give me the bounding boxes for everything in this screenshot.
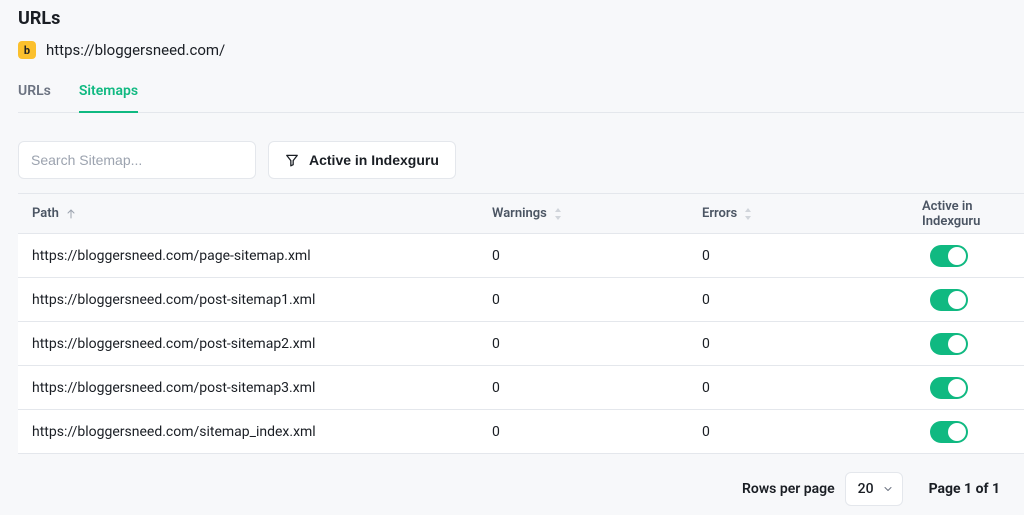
cell-warnings: 0 [478,336,688,352]
col-header-path-label: Path [32,206,59,221]
col-header-warnings[interactable]: Warnings [478,206,688,221]
cell-active [908,289,1024,311]
cell-path[interactable]: https://bloggersneed.com/sitemap_index.x… [18,424,478,440]
cell-warnings: 0 [478,380,688,396]
cell-active [908,245,1024,267]
active-toggle[interactable] [930,245,968,267]
cell-errors: 0 [688,380,908,396]
active-toggle[interactable] [930,289,968,311]
sort-icon [743,208,753,220]
cell-path[interactable]: https://bloggersneed.com/post-sitemap3.x… [18,380,478,396]
rows-per-page: Rows per page 20 [742,472,903,506]
col-header-warnings-label: Warnings [492,206,547,221]
sitemaps-table: Path Warnings Errors Active in Indexguru [18,193,1024,454]
toggle-knob [948,379,966,397]
active-toggle[interactable] [930,333,968,355]
cell-active [908,333,1024,355]
active-toggle[interactable] [930,421,968,443]
sort-asc-icon [65,208,77,220]
site-row: b https://bloggersneed.com/ [18,41,1024,59]
sort-icon [553,208,563,220]
col-header-active-label: Active in Indexguru [922,199,1024,229]
rows-per-page-value: 20 [858,481,874,497]
col-header-path[interactable]: Path [18,206,478,221]
controls-row: Active in Indexguru [18,141,1024,179]
col-header-errors[interactable]: Errors [688,206,908,221]
cell-active [908,421,1024,443]
toggle-knob [948,423,966,441]
page-info: Page 1 of 1 [929,481,1000,497]
filter-label: Active in Indexguru [309,152,439,168]
tabs: URLs Sitemaps [18,83,1024,113]
table-footer: Rows per page 20 Page 1 of 1 [18,454,1024,506]
filter-active-button[interactable]: Active in Indexguru [268,141,456,179]
active-toggle[interactable] [930,377,968,399]
cell-errors: 0 [688,336,908,352]
cell-errors: 0 [688,424,908,440]
toggle-knob [948,335,966,353]
cell-warnings: 0 [478,424,688,440]
col-header-active[interactable]: Active in Indexguru [908,199,1024,229]
filter-icon [285,153,299,167]
site-favicon: b [18,41,36,59]
cell-errors: 0 [688,292,908,308]
table-header-row: Path Warnings Errors Active in Indexguru [18,194,1024,234]
page-title: URLs [18,8,1024,29]
toggle-knob [948,291,966,309]
tab-urls[interactable]: URLs [18,83,51,113]
chevron-down-icon [882,483,894,495]
search-input[interactable] [18,141,256,179]
table-row: https://bloggersneed.com/post-sitemap3.x… [18,366,1024,410]
cell-path[interactable]: https://bloggersneed.com/post-sitemap1.x… [18,292,478,308]
tab-sitemaps[interactable]: Sitemaps [79,83,138,113]
col-header-errors-label: Errors [702,206,737,221]
table-row: https://bloggersneed.com/post-sitemap1.x… [18,278,1024,322]
rows-per-page-label: Rows per page [742,481,835,497]
cell-path[interactable]: https://bloggersneed.com/post-sitemap2.x… [18,336,478,352]
cell-errors: 0 [688,248,908,264]
rows-per-page-select[interactable]: 20 [845,472,903,506]
table-row: https://bloggersneed.com/page-sitemap.xm… [18,234,1024,278]
table-row: https://bloggersneed.com/sitemap_index.x… [18,410,1024,454]
cell-path[interactable]: https://bloggersneed.com/page-sitemap.xm… [18,248,478,264]
cell-warnings: 0 [478,248,688,264]
table-row: https://bloggersneed.com/post-sitemap2.x… [18,322,1024,366]
cell-active [908,377,1024,399]
site-url: https://bloggersneed.com/ [46,41,225,59]
cell-warnings: 0 [478,292,688,308]
toggle-knob [948,247,966,265]
